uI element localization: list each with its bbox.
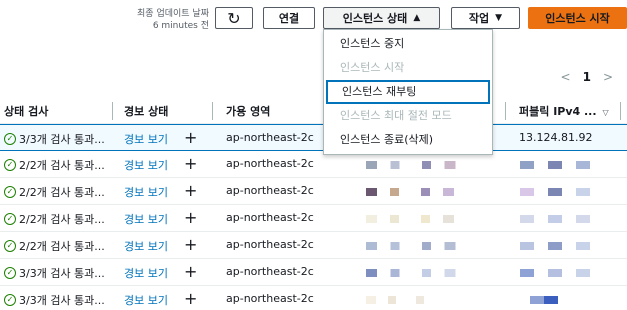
redacted-block (520, 215, 590, 223)
menu-item-terminate[interactable]: 인스턴스 종료(삭제) (324, 128, 492, 152)
status-check-text: 2/2개 검사 통과... (19, 186, 105, 199)
view-alarms-link[interactable]: 경보 보기 (124, 131, 168, 147)
table-header: 상태 검사 경보 상태 가용 영역 퍼블릭 IPv4 ... ▽ (0, 98, 627, 124)
page-number[interactable]: 1 (583, 70, 591, 84)
menu-item-stop[interactable]: 인스턴스 중지 (324, 32, 492, 56)
view-alarms-link[interactable]: 경보 보기 (124, 211, 168, 227)
menu-item-hibernate: 인스턴스 최대 절전 모드 (340, 109, 452, 122)
status-check-text: 2/2개 검사 통과... (19, 240, 105, 253)
table-row[interactable]: ✓ 2/2개 검사 통과... 경보 보기 + ap-northeast-2c (0, 232, 627, 259)
status-check-text: 2/2개 검사 통과... (19, 213, 105, 226)
actions-button[interactable]: 작업 ▼ (451, 7, 520, 29)
caret-up-icon: ▲ (413, 13, 421, 23)
redacted-block (366, 242, 478, 250)
view-alarms-link[interactable]: 경보 보기 (124, 157, 168, 173)
add-alarm-plus-icon[interactable]: + (184, 208, 197, 227)
redacted-block (366, 161, 478, 169)
availability-zone-cell: ap-northeast-2c (226, 211, 314, 224)
header-alarm-status[interactable]: 경보 상태 (124, 103, 168, 119)
add-alarm-plus-icon[interactable]: + (184, 154, 197, 173)
add-alarm-plus-icon[interactable]: + (184, 128, 197, 147)
column-divider[interactable] (112, 102, 113, 120)
menu-item-start: 인스턴스 시작 (340, 61, 405, 74)
public-ip-cell: 13.124.81.92 (519, 131, 593, 144)
availability-zone-cell: ap-northeast-2c (226, 238, 314, 251)
table-row[interactable]: ✓ 2/2개 검사 통과... 경보 보기 + ap-northeast-2c (0, 205, 627, 232)
status-check-cell: ✓ 3/3개 검사 통과... (4, 292, 105, 308)
header-availability-zone[interactable]: 가용 영역 (226, 103, 270, 119)
redacted-block (520, 269, 590, 277)
redacted-block (366, 269, 478, 277)
availability-zone-cell: ap-northeast-2c (226, 131, 314, 144)
refresh-icon: ↻ (227, 8, 241, 28)
redacted-block (366, 188, 476, 196)
refresh-button[interactable]: ↻ (215, 7, 253, 29)
redacted-block (520, 242, 590, 250)
check-circle-icon: ✓ (4, 240, 16, 252)
add-alarm-plus-icon[interactable]: + (184, 289, 197, 308)
actions-label: 작업 (468, 12, 490, 25)
availability-zone-cell: ap-northeast-2c (226, 184, 314, 197)
connect-label: 연결 (278, 12, 300, 25)
column-divider[interactable] (620, 102, 621, 120)
view-alarms-link[interactable]: 경보 보기 (124, 184, 168, 200)
status-check-cell: ✓ 2/2개 검사 통과... (4, 184, 105, 200)
column-divider[interactable] (212, 102, 213, 120)
check-circle-icon: ✓ (4, 267, 16, 279)
instance-state-menu: 인스턴스 중지 인스턴스 시작 인스턴스 재부팅 인스턴스 최대 절전 모드 인… (323, 29, 493, 155)
table-row[interactable]: ✓ 2/2개 검사 통과... 경보 보기 + ap-northeast-2c (0, 151, 627, 178)
column-divider[interactable] (505, 102, 506, 120)
header-status-check[interactable]: 상태 검사 (4, 103, 48, 119)
redacted-block (366, 296, 466, 304)
chevron-right-icon[interactable]: > (603, 70, 613, 84)
table-row[interactable]: ✓ 2/2개 검사 통과... 경보 보기 + ap-northeast-2c (0, 178, 627, 205)
instances-table: 상태 검사 경보 상태 가용 영역 퍼블릭 IPv4 ... ▽ ✓ 3/3개 검… (0, 98, 627, 310)
menu-item-reboot[interactable]: 인스턴스 재부팅 (326, 80, 490, 104)
redacted-block (366, 215, 476, 223)
status-check-cell: ✓ 2/2개 검사 통과... (4, 238, 105, 254)
header-public-ipv4-label: 퍼블릭 IPv4 ... (519, 105, 597, 118)
redacted-block (520, 188, 590, 196)
redacted-block (520, 161, 590, 169)
status-check-cell: ✓ 2/2개 검사 통과... (4, 157, 105, 173)
view-alarms-link[interactable]: 경보 보기 (124, 265, 168, 281)
check-circle-icon: ✓ (4, 294, 16, 306)
status-check-cell: ✓ 2/2개 검사 통과... (4, 211, 105, 227)
check-circle-icon: ✓ (4, 133, 16, 145)
chevron-left-icon[interactable]: < (561, 70, 571, 84)
status-check-text: 3/3개 검사 통과... (19, 133, 105, 146)
pagination: < 1 > (561, 70, 613, 84)
instance-state-label: 인스턴스 상태 (342, 12, 408, 25)
table-row[interactable]: ✓ 3/3개 검사 통과... 경보 보기 + ap-northeast-2c … (0, 124, 627, 151)
table-row[interactable]: ✓ 3/3개 검사 통과... 경보 보기 + ap-northeast-2c (0, 259, 627, 286)
header-public-ipv4[interactable]: 퍼블릭 IPv4 ... ▽ (519, 103, 609, 119)
add-alarm-plus-icon[interactable]: + (184, 235, 197, 254)
check-circle-icon: ✓ (4, 186, 16, 198)
availability-zone-cell: ap-northeast-2c (226, 265, 314, 278)
status-check-cell: ✓ 3/3개 검사 통과... (4, 131, 105, 147)
caret-down-icon: ▼ (495, 13, 503, 23)
availability-zone-cell: ap-northeast-2c (226, 157, 314, 170)
last-updated-label: 최종 업데이트 날짜 (137, 9, 209, 19)
table-row[interactable]: ✓ 3/3개 검사 통과... 경보 보기 + ap-northeast-2c (0, 286, 627, 310)
view-alarms-link[interactable]: 경보 보기 (124, 238, 168, 254)
status-check-cell: ✓ 3/3개 검사 통과... (4, 265, 105, 281)
status-check-text: 2/2개 검사 통과... (19, 159, 105, 172)
instance-state-button[interactable]: 인스턴스 상태 ▲ (323, 7, 440, 29)
view-alarms-link[interactable]: 경보 보기 (124, 292, 168, 308)
launch-instance-button[interactable]: 인스턴스 시작 (528, 7, 627, 29)
add-alarm-plus-icon[interactable]: + (184, 262, 197, 281)
check-circle-icon: ✓ (4, 213, 16, 225)
status-check-text: 3/3개 검사 통과... (19, 267, 105, 280)
last-updated-text: 최종 업데이트 날짜 6 minutes 전 (137, 8, 209, 32)
redacted-block (530, 296, 558, 304)
add-alarm-plus-icon[interactable]: + (184, 181, 197, 200)
launch-instance-label: 인스턴스 시작 (545, 12, 610, 25)
last-updated-time: 6 minutes 전 (152, 21, 209, 31)
status-check-text: 3/3개 검사 통과... (19, 294, 105, 307)
availability-zone-cell: ap-northeast-2c (226, 292, 314, 305)
sort-icon[interactable]: ▽ (603, 108, 609, 117)
connect-button[interactable]: 연결 (263, 7, 315, 29)
check-circle-icon: ✓ (4, 159, 16, 171)
